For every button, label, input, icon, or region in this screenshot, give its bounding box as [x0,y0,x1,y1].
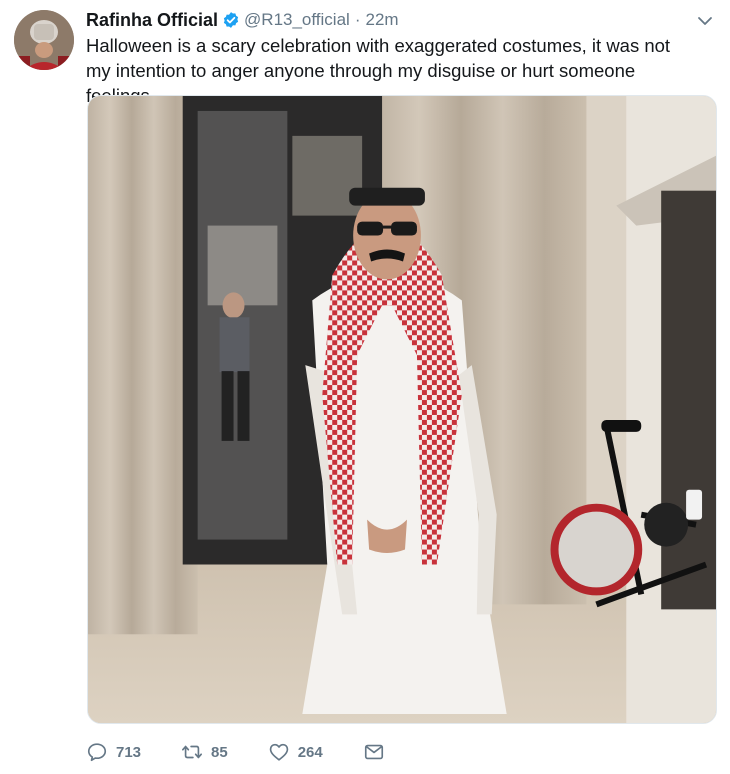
reply-icon [87,743,107,762]
verified-badge-icon [222,11,240,29]
avatar-image [14,10,74,70]
chevron-down-icon[interactable] [696,12,714,30]
retweet-button[interactable]: 85 [181,741,228,763]
like-count: 264 [297,743,323,761]
like-button[interactable]: 264 [268,741,323,763]
reply-count: 713 [116,743,142,761]
author-name[interactable]: Rafinha Official [86,10,218,31]
costume-photo-image [88,96,716,723]
tweet-photo[interactable] [87,95,717,724]
reply-button[interactable]: 713 [86,741,141,763]
retweet-icon [182,745,203,759]
tweet-actions: 713 85 264 [86,740,385,764]
tweet-header: Rafinha Official @R13_official · 22m [86,8,399,32]
retweet-count: 85 [211,743,228,761]
tweet-timestamp[interactable]: 22m [365,10,398,30]
envelope-icon [364,744,383,760]
avatar[interactable] [14,10,74,70]
meta-separator: · [354,10,361,29]
tweet-card: Rafinha Official @R13_official · 22m Hal… [0,0,730,774]
direct-message-button[interactable] [363,741,385,763]
heart-icon [269,743,288,761]
author-handle[interactable]: @R13_official [244,10,350,30]
